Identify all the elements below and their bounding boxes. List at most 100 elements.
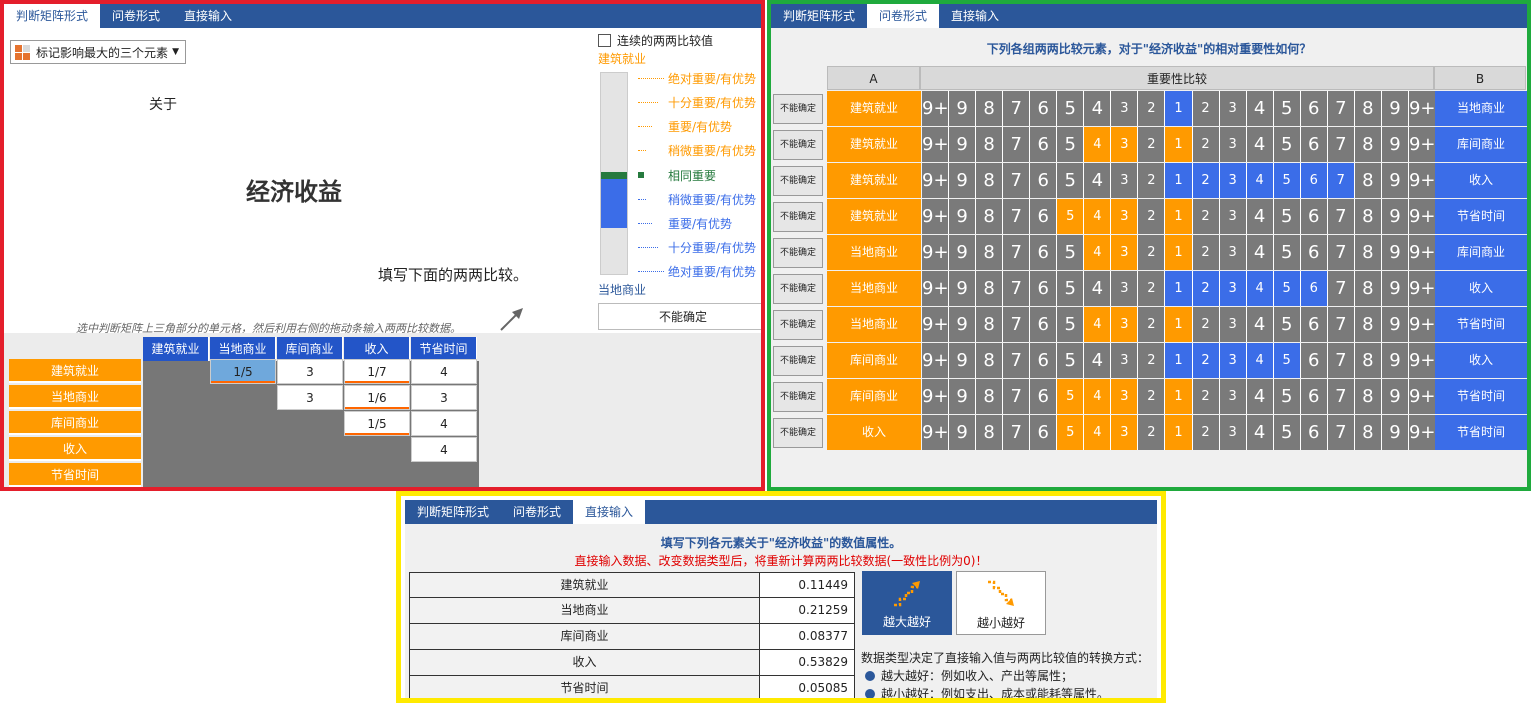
- scale-cell[interactable]: 7: [1003, 235, 1031, 270]
- scale-cell[interactable]: 9+: [1408, 415, 1436, 450]
- scale-cell[interactable]: 8: [976, 379, 1004, 414]
- scale-cell[interactable]: 9+: [1408, 199, 1436, 234]
- scale-cell[interactable]: 6: [1300, 235, 1328, 270]
- element-value-input[interactable]: 0.21259: [760, 598, 854, 623]
- scale-cell[interactable]: 4: [1084, 127, 1112, 162]
- scale-cell[interactable]: 9: [949, 271, 977, 306]
- scale-cell[interactable]: 9+: [1408, 91, 1436, 126]
- scale-cell[interactable]: 9: [1381, 127, 1409, 162]
- scale-cell[interactable]: 5: [1273, 415, 1301, 450]
- tab-questionnaire[interactable]: 问卷形式: [867, 4, 940, 28]
- scale-cell[interactable]: 6: [1300, 379, 1328, 414]
- matrix-cell[interactable]: 1/7: [344, 359, 410, 384]
- scale-cell[interactable]: 2: [1192, 163, 1220, 198]
- scale-cell[interactable]: 7: [1327, 91, 1355, 126]
- scale-cell[interactable]: 4: [1084, 235, 1112, 270]
- scale-cell[interactable]: 5: [1273, 343, 1301, 378]
- scale-cell[interactable]: 8: [976, 271, 1004, 306]
- tab-questionnaire[interactable]: 问卷形式: [501, 500, 573, 524]
- scale-cell[interactable]: 8: [976, 199, 1004, 234]
- tab-direct-input[interactable]: 直接输入: [172, 4, 244, 28]
- scale-cell[interactable]: 7: [1327, 235, 1355, 270]
- scale-cell[interactable]: 3: [1111, 343, 1139, 378]
- scale-cell[interactable]: 1: [1165, 127, 1193, 162]
- scale-cell[interactable]: 9: [949, 199, 977, 234]
- matrix-cell[interactable]: 3: [277, 359, 343, 384]
- scale-cell[interactable]: 6: [1300, 415, 1328, 450]
- scale-cell[interactable]: 6: [1300, 91, 1328, 126]
- scale-cell[interactable]: 1: [1165, 199, 1193, 234]
- scale-cell[interactable]: 4: [1246, 235, 1274, 270]
- scale-cell[interactable]: 1: [1165, 163, 1193, 198]
- scale-cell[interactable]: 3: [1219, 307, 1247, 342]
- scale-cell[interactable]: 3: [1111, 307, 1139, 342]
- scale-cell[interactable]: 4: [1246, 379, 1274, 414]
- scale-cell[interactable]: 6: [1300, 127, 1328, 162]
- scale-cell[interactable]: 7: [1327, 199, 1355, 234]
- scale-cell[interactable]: 5: [1057, 271, 1085, 306]
- scale-cell[interactable]: 8: [1354, 235, 1382, 270]
- scale-cell[interactable]: 6: [1030, 199, 1058, 234]
- scale-cell[interactable]: 9+: [922, 307, 950, 342]
- scale-cell[interactable]: 7: [1003, 271, 1031, 306]
- scale-cell[interactable]: 4: [1084, 271, 1112, 306]
- scale-cell[interactable]: 6: [1030, 127, 1058, 162]
- scale-cell[interactable]: 7: [1327, 307, 1355, 342]
- scale-cell[interactable]: 8: [976, 127, 1004, 162]
- scale-cell[interactable]: 9+: [922, 343, 950, 378]
- scale-cell[interactable]: 4: [1246, 415, 1274, 450]
- not-sure-button[interactable]: 不能确定: [773, 418, 823, 448]
- not-sure-button[interactable]: 不能确定: [773, 166, 823, 196]
- scale-cell[interactable]: 4: [1246, 91, 1274, 126]
- matrix-cell[interactable]: 1/5: [210, 359, 276, 384]
- scale-cell[interactable]: 5: [1057, 343, 1085, 378]
- scale-cell[interactable]: 3: [1111, 199, 1139, 234]
- matrix-cell[interactable]: 3: [277, 385, 343, 410]
- scale-cell[interactable]: 1: [1165, 271, 1193, 306]
- scale-cell[interactable]: 2: [1192, 307, 1220, 342]
- scale-cell[interactable]: 6: [1030, 271, 1058, 306]
- scale-cell[interactable]: 6: [1300, 307, 1328, 342]
- not-sure-button[interactable]: 不能确定: [773, 346, 823, 376]
- slider-handle[interactable]: [601, 172, 627, 179]
- scale-cell[interactable]: 7: [1327, 163, 1355, 198]
- scale-cell[interactable]: 5: [1057, 307, 1085, 342]
- scale-cell[interactable]: 9: [949, 163, 977, 198]
- scale-cell[interactable]: 7: [1327, 415, 1355, 450]
- scale-cell[interactable]: 5: [1273, 163, 1301, 198]
- element-value-input[interactable]: 0.11449: [760, 573, 854, 597]
- scale-cell[interactable]: 4: [1084, 307, 1112, 342]
- scale-cell[interactable]: 5: [1057, 235, 1085, 270]
- scale-cell[interactable]: 9+: [1408, 127, 1436, 162]
- scale-cell[interactable]: 6: [1030, 91, 1058, 126]
- scale-cell[interactable]: 2: [1192, 235, 1220, 270]
- scale-cell[interactable]: 6: [1300, 199, 1328, 234]
- not-sure-button[interactable]: 不能确定: [773, 130, 823, 160]
- scale-cell[interactable]: 8: [1354, 127, 1382, 162]
- scale-cell[interactable]: 6: [1030, 307, 1058, 342]
- scale-cell[interactable]: 9: [1381, 199, 1409, 234]
- scale-cell[interactable]: 5: [1057, 199, 1085, 234]
- scale-cell[interactable]: 8: [1354, 379, 1382, 414]
- scale-cell[interactable]: 9: [1381, 271, 1409, 306]
- scale-cell[interactable]: 5: [1273, 379, 1301, 414]
- scale-cell[interactable]: 9+: [922, 271, 950, 306]
- scale-cell[interactable]: 3: [1219, 343, 1247, 378]
- scale-cell[interactable]: 7: [1327, 379, 1355, 414]
- scale-cell[interactable]: 9+: [922, 91, 950, 126]
- scale-cell[interactable]: 4: [1084, 91, 1112, 126]
- scale-cell[interactable]: 3: [1111, 235, 1139, 270]
- scale-cell[interactable]: 9+: [1408, 271, 1436, 306]
- scale-cell[interactable]: 9: [1381, 163, 1409, 198]
- scale-cell[interactable]: 5: [1273, 271, 1301, 306]
- matrix-cell[interactable]: 4: [411, 437, 477, 462]
- scale-cell[interactable]: 9+: [922, 199, 950, 234]
- scale-cell[interactable]: 4: [1084, 415, 1112, 450]
- scale-cell[interactable]: 2: [1138, 415, 1166, 450]
- scale-cell[interactable]: 2: [1192, 199, 1220, 234]
- scale-cell[interactable]: 6: [1030, 235, 1058, 270]
- highlight-dropdown[interactable]: 标记影响最大的三个元素 ▼: [10, 40, 186, 64]
- scale-cell[interactable]: 2: [1192, 379, 1220, 414]
- scale-cell[interactable]: 4: [1084, 163, 1112, 198]
- element-value-input[interactable]: 0.53829: [760, 650, 854, 675]
